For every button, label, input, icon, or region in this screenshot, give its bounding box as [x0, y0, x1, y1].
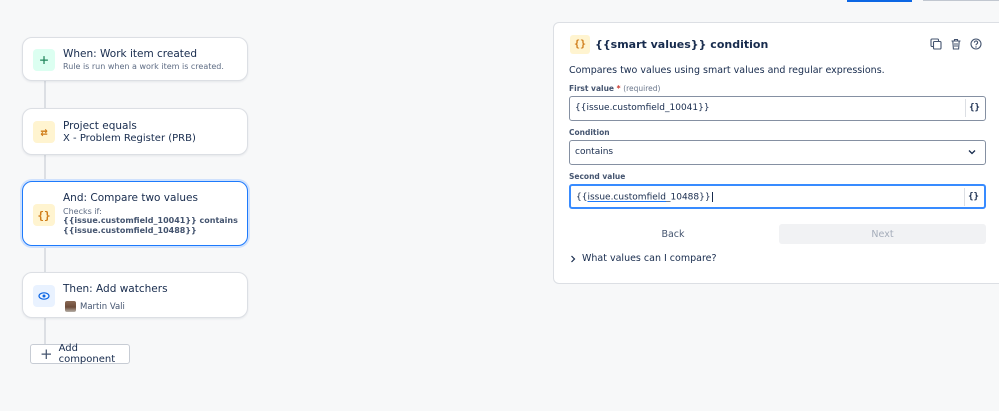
compare-checks-label: Checks if:: [63, 207, 102, 216]
trigger-subtitle: Rule is run when a work item is created.: [63, 62, 224, 71]
add-component-button[interactable]: + Add component: [30, 343, 130, 365]
plus-icon: +: [33, 49, 55, 71]
help-expander-label: What values can I compare?: [582, 253, 717, 264]
panel-title: {{smart values}} condition: [595, 38, 769, 51]
trash-icon[interactable]: [950, 38, 962, 50]
first-value-label: First value * (required): [569, 84, 661, 93]
plus-icon: +: [40, 344, 53, 363]
trigger-title: When: Work item created: [63, 48, 198, 60]
flow-connector: [44, 155, 46, 181]
project-condition-title: Project equals: [63, 120, 137, 132]
next-button[interactable]: Next: [779, 224, 986, 244]
curly-braces-icon: {}: [570, 35, 590, 54]
add-watchers-card[interactable]: Then: Add watchers Martin Vali: [22, 272, 248, 318]
smart-value-button[interactable]: {}: [965, 99, 983, 117]
swap-arrows-icon: ⇄: [33, 121, 55, 143]
second-value-input[interactable]: {{issue.customfield_10488}} {}: [569, 184, 986, 209]
compare-values-card[interactable]: {} And: Compare two values Checks if: {{…: [22, 181, 248, 246]
compare-expression-line1: {{issue.customfield_10041}} contains: [63, 216, 238, 225]
compare-expression-line2: {{issue.customfield_10488}}: [63, 226, 197, 235]
condition-select[interactable]: contains: [569, 140, 986, 165]
condition-value: contains: [575, 147, 614, 157]
flow-connector: [44, 318, 46, 344]
avatar: [65, 301, 76, 312]
smart-value-button[interactable]: {}: [964, 188, 982, 206]
copy-icon[interactable]: [930, 38, 942, 50]
trigger-card[interactable]: + When: Work item created Rule is run wh…: [22, 37, 248, 81]
flow-connector: [44, 81, 46, 108]
compare-values-title: And: Compare two values: [63, 192, 198, 204]
flow-connector: [44, 246, 46, 272]
help-icon[interactable]: [970, 38, 982, 50]
add-watchers-title: Then: Add watchers: [63, 283, 168, 295]
second-value-text: {{issue.customfield_10488}}: [576, 192, 713, 203]
add-component-label: Add component: [58, 343, 116, 365]
help-expander[interactable]: What values can I compare?: [569, 253, 717, 264]
project-condition-value: X - Problem Register (PRB): [63, 133, 196, 144]
condition-config-panel: {} {{smart values}} condition Compares t…: [553, 22, 999, 284]
first-value-text: {{issue.customfield_10041}}: [575, 103, 710, 113]
watcher-name: Martin Vali: [80, 301, 125, 312]
active-tab-indicator[interactable]: [847, 0, 912, 2]
chevron-down-icon: [968, 150, 976, 155]
panel-description: Compares two values using smart values a…: [569, 65, 885, 76]
chevron-right-icon: [571, 255, 576, 262]
eye-icon: [33, 285, 55, 307]
condition-label: Condition: [569, 128, 610, 137]
inactive-tab-indicator[interactable]: [923, 0, 999, 1]
back-button[interactable]: Back: [569, 224, 777, 244]
curly-braces-icon: {}: [33, 204, 55, 226]
watcher: Martin Vali: [65, 301, 125, 312]
first-value-input[interactable]: {{issue.customfield_10041}} {}: [569, 96, 986, 121]
second-value-label: Second value: [569, 172, 626, 181]
project-condition-card[interactable]: ⇄ Project equals X - Problem Register (P…: [22, 108, 248, 155]
